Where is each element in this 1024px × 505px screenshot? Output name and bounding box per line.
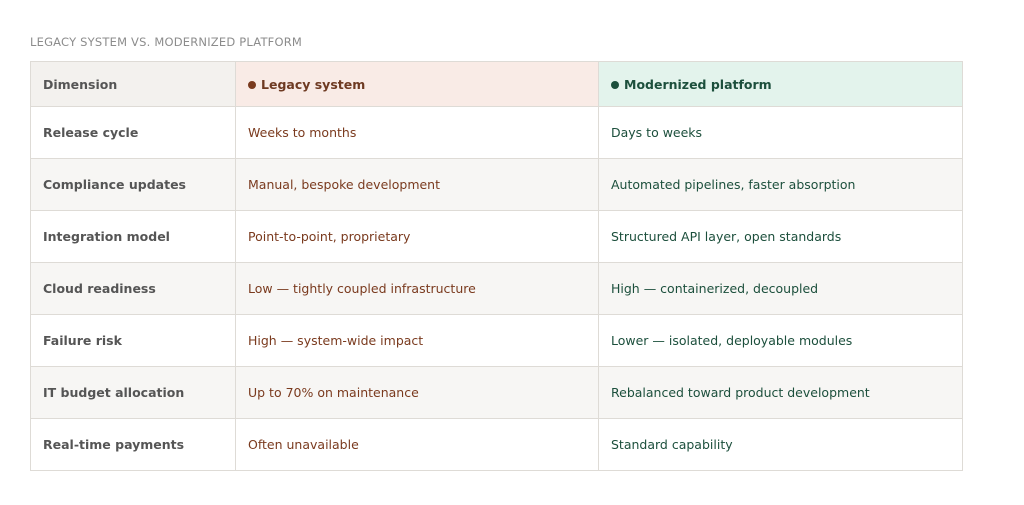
cell-legacy: High — system-wide impact: [235, 314, 599, 367]
table-row: Compliance updates Manual, bespoke devel…: [30, 158, 963, 211]
cell-modern: Structured API layer, open standards: [598, 210, 963, 263]
cell-dimension: Failure risk: [30, 314, 236, 367]
table-row: Cloud readiness Low — tightly coupled in…: [30, 262, 963, 315]
header-row: Dimension Legacy system Modernized platf…: [30, 61, 963, 107]
cell-dimension: Compliance updates: [30, 158, 236, 211]
cell-legacy: Manual, bespoke development: [235, 158, 599, 211]
cell-modern: Lower — isolated, deployable modules: [598, 314, 963, 367]
cell-modern: Rebalanced toward product development: [598, 366, 963, 419]
cell-legacy: Up to 70% on maintenance: [235, 366, 599, 419]
header-modern-label: Modernized platform: [624, 76, 772, 92]
table-header: Dimension Legacy system Modernized platf…: [30, 61, 963, 107]
cell-legacy: Weeks to months: [235, 106, 599, 159]
modern-dot-icon: [611, 80, 619, 89]
table-body: Release cycle Weeks to months Days to we…: [30, 106, 963, 471]
cell-dimension: Cloud readiness: [30, 262, 236, 315]
table-row: Real-time payments Often unavailable Sta…: [30, 418, 963, 471]
cell-modern: High — containerized, decoupled: [598, 262, 963, 315]
cell-dimension: IT budget allocation: [30, 366, 236, 419]
legacy-dot-icon: [248, 80, 256, 89]
table-caption: LEGACY SYSTEM VS. MODERNIZED PLATFORM: [30, 35, 303, 49]
cell-dimension: Integration model: [30, 210, 236, 263]
table-row: IT budget allocation Up to 70% on mainte…: [30, 366, 963, 419]
cell-modern: Automated pipelines, faster absorption: [598, 158, 963, 211]
header-dimension: Dimension: [30, 61, 236, 107]
cell-dimension: Real-time payments: [30, 418, 236, 471]
cell-legacy: Point-to-point, proprietary: [235, 210, 599, 263]
table-row: Integration model Point-to-point, propri…: [30, 210, 963, 263]
cell-modern: Standard capability: [598, 418, 963, 471]
table-row: Release cycle Weeks to months Days to we…: [30, 106, 963, 159]
cell-legacy: Low — tightly coupled infrastructure: [235, 262, 599, 315]
header-modern: Modernized platform: [598, 61, 963, 107]
cell-legacy: Often unavailable: [235, 418, 599, 471]
header-legacy: Legacy system: [235, 61, 599, 107]
header-legacy-label: Legacy system: [261, 76, 366, 92]
table-row: Failure risk High — system-wide impact L…: [30, 314, 963, 367]
comparison-table: Dimension Legacy system Modernized platf…: [30, 61, 963, 471]
cell-modern: Days to weeks: [598, 106, 963, 159]
cell-dimension: Release cycle: [30, 106, 236, 159]
